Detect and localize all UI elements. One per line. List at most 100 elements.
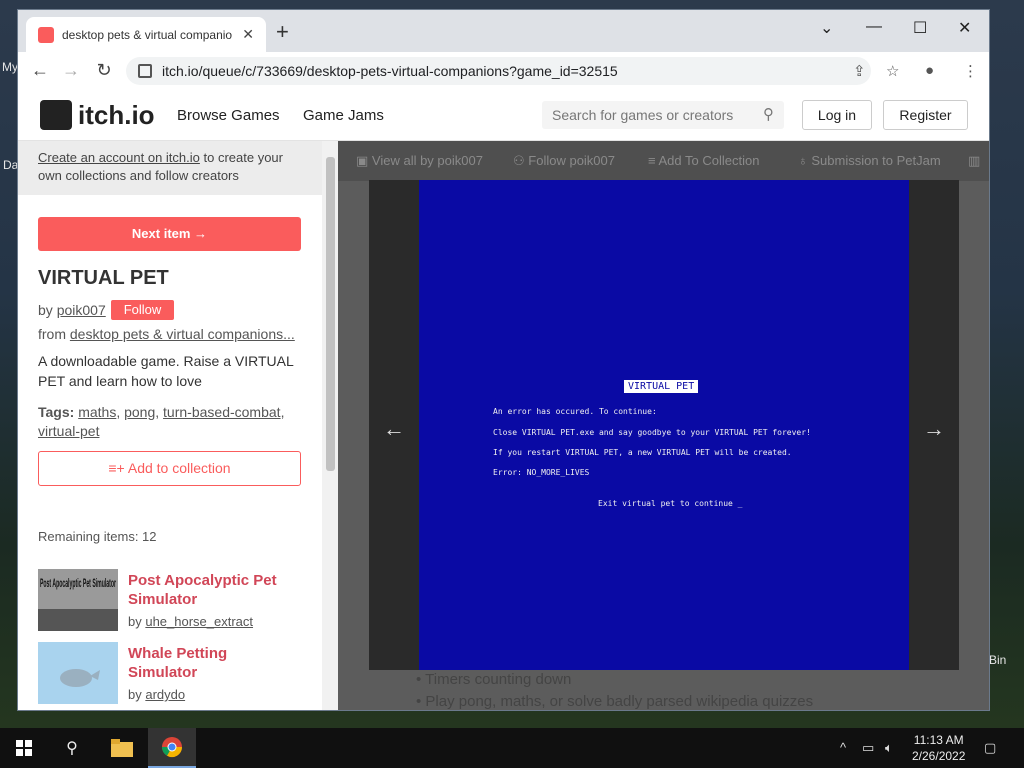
desktop-icon-label-my[interactable]: My: [2, 60, 18, 74]
minimize-button[interactable]: —: [866, 18, 882, 36]
map-icon[interactable]: ▥: [968, 150, 980, 172]
collection-link[interactable]: desktop pets & virtual companions...: [70, 326, 295, 342]
lock-icon: [138, 64, 152, 78]
search-icon[interactable]: ⚲: [763, 101, 774, 129]
screenshot-line: Error: NO_MORE_LIVES: [493, 468, 590, 477]
list-item[interactable]: Post Apocalyptic Pet Simulator Post Apoc…: [38, 569, 308, 633]
browser-tab[interactable]: desktop pets & virtual companio ✕: [26, 17, 266, 52]
address-bar[interactable]: itch.io/queue/c/733669/desktop-pets-virt…: [126, 57, 871, 85]
tag-link[interactable]: virtual-pet: [38, 423, 99, 439]
show-hidden-icons-chevron-icon[interactable]: ^: [840, 740, 846, 755]
from-collection-line: from desktop pets & virtual companions..…: [38, 326, 295, 342]
tag-link[interactable]: turn-based-combat: [163, 404, 281, 420]
taskbar: ⚲ ^ ▭ 🔈︎ 11:13 AM 2/26/2022 ▢: [0, 728, 1024, 768]
game-thumbnail[interactable]: Post Apocalyptic Pet Simulator: [38, 569, 118, 631]
game-page-toolbar: ▣ View all by poik007 ⚇ Follow poik007 ≡…: [338, 141, 989, 181]
jam-submission-label: Submission to PetJam: [811, 153, 941, 168]
by-prefix: by: [128, 614, 146, 629]
itch-header: itch.io Browse Games Game Jams Search fo…: [18, 90, 989, 141]
tag-link[interactable]: pong: [124, 404, 155, 420]
bullet-text: Play pong, maths, or solve badly parsed …: [425, 693, 814, 710]
game-thumbnail[interactable]: [38, 642, 118, 704]
browser-window: desktop pets & virtual companio ✕ + ⌄ — …: [18, 10, 989, 710]
create-account-promo: Create an account on itch.io to create y…: [18, 141, 322, 195]
forward-button[interactable]: →: [60, 60, 82, 81]
back-button[interactable]: ←: [29, 60, 51, 81]
network-icon[interactable]: ▭: [862, 740, 874, 756]
chrome-icon: [161, 737, 183, 758]
game-description-bullet: • Timers counting down: [416, 671, 572, 688]
clock-date: 2/26/2022: [912, 749, 966, 763]
windows-logo-icon: [16, 740, 32, 756]
game-description-bullet: • Play pong, maths, or solve badly parse…: [416, 693, 814, 710]
chrome-taskbar-button[interactable]: [148, 728, 196, 768]
list-item[interactable]: Whale Petting Simulator by ardydo: [38, 642, 308, 706]
desktop-icon-label-bin[interactable]: Bin: [989, 653, 1006, 667]
follow-button[interactable]: Follow: [111, 300, 174, 320]
system-clock[interactable]: 11:13 AM 2/26/2022: [912, 732, 965, 764]
by-prefix: by: [38, 302, 57, 318]
game-description: A downloadable game. Raise a VIRTUAL PET…: [38, 353, 294, 389]
game-byline: by poik007: [38, 302, 106, 318]
menu-kebab-icon[interactable]: ⋮: [963, 62, 978, 80]
view-all-label: View all by poik007: [371, 153, 483, 168]
previous-arrow-icon[interactable]: ←: [383, 416, 405, 442]
desktop-icon-label-da[interactable]: Da: [3, 158, 18, 172]
nav-game-jams[interactable]: Game Jams: [303, 107, 384, 124]
notifications-icon[interactable]: ▢: [984, 740, 996, 756]
sidebar-scrollbar[interactable]: [322, 141, 338, 710]
screenshot-line: Close VIRTUAL PET.exe and say goodbye to…: [493, 428, 811, 437]
share-icon[interactable]: ⇪: [853, 62, 866, 80]
add-to-collection-toolbar-button[interactable]: ≡ Add To Collection: [648, 150, 759, 172]
tab-search-chevron-icon[interactable]: ⌄: [820, 18, 833, 38]
create-account-link[interactable]: Create an account on itch.io: [38, 150, 200, 165]
list-item-title[interactable]: Whale Petting Simulator: [128, 644, 298, 682]
clock-time: 11:13 AM: [913, 733, 964, 747]
screenshot-lightbox[interactable]: VIRTUAL PET An error has occured. To con…: [369, 180, 959, 670]
search-icon[interactable]: ⚲: [48, 728, 96, 768]
screenshot-title: VIRTUAL PET: [624, 380, 699, 393]
add-collection-icon: ≡: [648, 153, 659, 168]
volume-icon[interactable]: 🔈︎: [885, 740, 893, 756]
browser-titlebar: desktop pets & virtual companio ✕ + ⌄ — …: [18, 10, 989, 52]
author-link[interactable]: uhe_horse_extract: [145, 614, 253, 629]
tag-link[interactable]: maths: [78, 404, 116, 420]
search-input[interactable]: Search for games or creators ⚲: [542, 101, 784, 129]
add-to-collection-label: Add to collection: [127, 460, 231, 476]
add-to-collection-button[interactable]: ≡+ Add to collection: [38, 451, 301, 486]
maximize-button[interactable]: ☐: [913, 18, 927, 38]
start-button[interactable]: [0, 728, 48, 768]
url-text: itch.io/queue/c/733669/desktop-pets-virt…: [162, 63, 618, 79]
author-link[interactable]: poik007: [57, 302, 106, 318]
reload-button[interactable]: ↻: [93, 60, 115, 81]
jam-submission-button[interactable]: ♁ Submission to PetJam: [798, 150, 941, 172]
follow-author-button[interactable]: ⚇ Follow poik007: [513, 150, 615, 172]
view-all-by-author-button[interactable]: ▣ View all by poik007: [356, 150, 483, 172]
bullet-text: Timers counting down: [425, 671, 572, 688]
screenshot-line: If you restart VIRTUAL PET, a new VIRTUA…: [493, 448, 792, 457]
queue-sidebar: Create an account on itch.io to create y…: [18, 141, 338, 710]
file-explorer-icon[interactable]: [98, 728, 146, 768]
game-title: VIRTUAL PET: [38, 267, 169, 289]
bookmark-star-icon[interactable]: ☆: [886, 62, 899, 80]
next-item-button[interactable]: Next item →: [38, 217, 301, 251]
author-link[interactable]: ardydo: [145, 687, 185, 702]
itch-logo-icon[interactable]: [40, 100, 72, 130]
next-arrow-icon[interactable]: →: [923, 416, 945, 442]
ribbon-icon: ♁: [798, 153, 812, 168]
tab-title: desktop pets & virtual companio: [62, 27, 233, 42]
itch-logo-text[interactable]: itch.io: [78, 100, 155, 131]
by-prefix: by: [128, 687, 146, 702]
nav-browse-games[interactable]: Browse Games: [177, 107, 280, 124]
tags-label: Tags:: [38, 404, 75, 420]
register-button[interactable]: Register: [883, 100, 968, 130]
scrollbar-thumb[interactable]: [326, 157, 335, 471]
list-item-title[interactable]: Post Apocalyptic Pet Simulator: [128, 571, 298, 609]
follow-author-label: Follow poik007: [528, 153, 615, 168]
profile-avatar-icon[interactable]: ●: [925, 62, 934, 79]
login-button[interactable]: Log in: [802, 100, 872, 130]
list-item-byline: by ardydo: [128, 687, 185, 702]
new-tab-button[interactable]: +: [276, 20, 289, 44]
close-window-button[interactable]: ✕: [958, 18, 971, 38]
tab-close-icon[interactable]: ✕: [242, 26, 254, 43]
